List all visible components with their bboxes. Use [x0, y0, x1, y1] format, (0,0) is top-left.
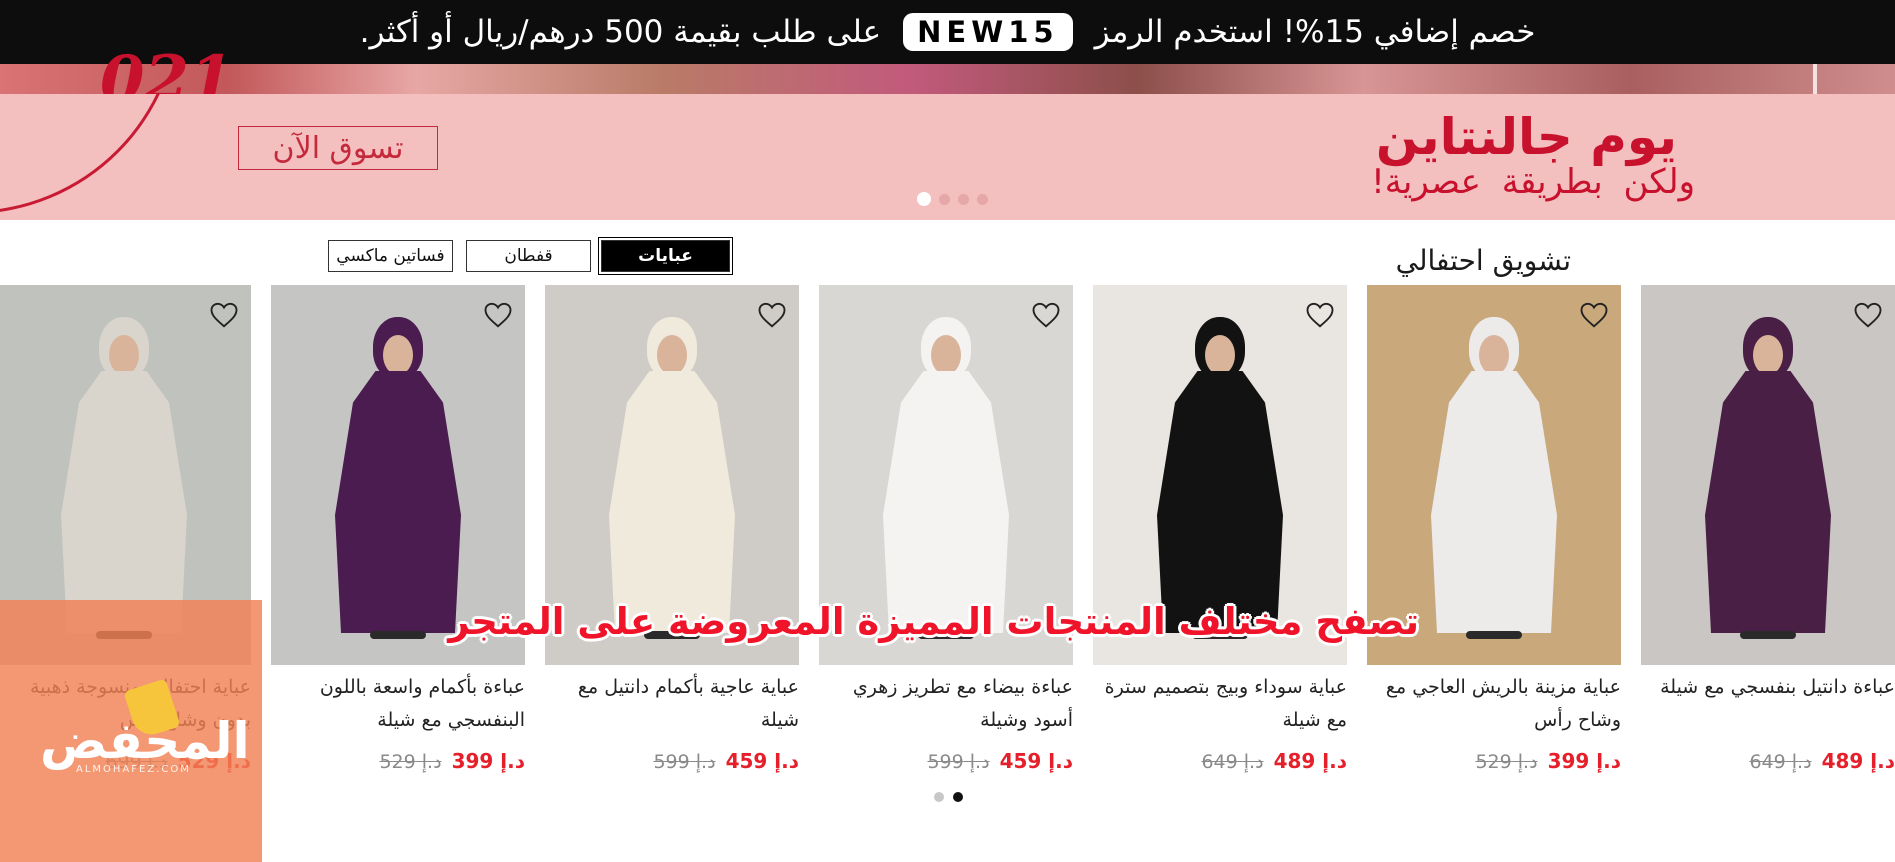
price-current: د.إ 489	[1821, 749, 1895, 773]
banner-dot[interactable]	[917, 192, 931, 206]
promo-code-badge: NEW15	[903, 13, 1073, 51]
product-name[interactable]: عباية عاجية بأكمام دانتيل مع شيلة	[545, 671, 799, 737]
price-row: د.إ 489 د.إ 649	[1641, 749, 1895, 773]
product-name[interactable]: عباية سوداء وبيج بتصميم سترة مع شيلة	[1093, 671, 1347, 737]
product-card[interactable]: عباءة دانتيل بنفسجي مع شيلة د.إ 489 د.إ 64…	[1641, 285, 1895, 773]
product-card[interactable]: عباية مزينة بالريش العاجي مع وشاح رأس د.إ…	[1367, 285, 1621, 773]
price-original: د.إ 649	[1201, 751, 1264, 773]
price-original: د.إ 529	[1475, 751, 1538, 773]
carousel-dots	[934, 792, 963, 802]
price-original: د.إ 649	[1749, 751, 1812, 773]
price-row: د.إ 459 د.إ 599	[545, 749, 799, 773]
product-name[interactable]: عباءة بيضاء مع تطريز زهري أسود وشيلة	[819, 671, 1073, 737]
price-row: د.إ 399 د.إ 529	[1367, 749, 1621, 773]
price-row: د.إ 489 د.إ 649	[1093, 749, 1347, 773]
carousel-dot[interactable]	[953, 792, 963, 802]
watermark-logo-panel: المحفض ALMOHAFEZ.COM	[0, 600, 262, 862]
product-card[interactable]: عباية عاجية بأكمام دانتيل مع شيلة د.إ 459…	[545, 285, 799, 773]
price-original: د.إ 529	[379, 751, 442, 773]
wishlist-heart-icon[interactable]	[1579, 301, 1609, 329]
section-title: تشويق احتفالي	[1395, 244, 1571, 277]
wishlist-heart-icon[interactable]	[1853, 301, 1883, 329]
banner-heart-outline	[0, 94, 180, 214]
tab-maxi-dresses[interactable]: فساتين ماكسي	[328, 240, 453, 272]
valentine-banner[interactable]: تسوق الآن يوم جالنتاين ولكن بطريقة عصرية…	[0, 94, 1895, 220]
promo-text-start: خصم إضافي 15%! استخدم الرمز	[1094, 14, 1536, 50]
price-current: د.إ 459	[725, 749, 799, 773]
hero-image-strip[interactable]	[0, 64, 1895, 94]
price-current: د.إ 399	[1547, 749, 1621, 773]
price-original: د.إ 599	[653, 751, 716, 773]
price-current: د.إ 489	[1273, 749, 1347, 773]
product-image[interactable]	[1641, 285, 1895, 665]
carousel-dot[interactable]	[934, 792, 944, 802]
hero-divider	[1813, 64, 1817, 94]
promo-bar[interactable]: خصم إضافي 15%! استخدم الرمز NEW15 على طل…	[0, 0, 1895, 64]
price-row: د.إ 399 د.إ 529	[271, 749, 525, 773]
promo-text-end: على طلب بقيمة 500 درهم/ريال أو أكثر.	[359, 14, 882, 50]
product-name[interactable]: عباية مزينة بالريش العاجي مع وشاح رأس	[1367, 671, 1621, 737]
product-name[interactable]: عباءة دانتيل بنفسجي مع شيلة	[1641, 671, 1895, 737]
price-original: د.إ 599	[927, 751, 990, 773]
banner-slide-dots	[917, 192, 988, 206]
wishlist-heart-icon[interactable]	[1305, 301, 1335, 329]
store-page: خصم إضافي 15%! استخدم الرمز NEW15 على طل…	[0, 0, 1895, 862]
wishlist-heart-icon[interactable]	[1031, 301, 1061, 329]
banner-dot[interactable]	[977, 193, 988, 205]
promo-caption-overlay: تصفح مختلف المنتجات المميزة المعروضة على…	[448, 600, 1419, 643]
wishlist-heart-icon[interactable]	[209, 301, 239, 329]
logo-subtext: ALMOHAFEZ.COM	[76, 764, 191, 775]
product-card[interactable]: عباية سوداء وبيج بتصميم سترة مع شيلة د.إ …	[1093, 285, 1347, 773]
banner-title: يوم جالنتاين	[1375, 108, 1677, 166]
product-name[interactable]: عباءة بأكمام واسعة باللون البنفسجي مع شي…	[271, 671, 525, 737]
price-current: د.إ 399	[451, 749, 525, 773]
banner-subtitle: ولكن بطريقة عصرية!	[1371, 162, 1695, 202]
price-current: د.إ 459	[999, 749, 1073, 773]
shop-now-button[interactable]: تسوق الآن	[238, 126, 438, 170]
tab-abayas[interactable]: عبايات	[598, 237, 733, 275]
banner-dot[interactable]	[958, 193, 969, 205]
tab-kaftan[interactable]: قفطان	[466, 240, 591, 272]
price-row: د.إ 459 د.إ 599	[819, 749, 1073, 773]
wishlist-heart-icon[interactable]	[483, 301, 513, 329]
logo-wordmark: المحفض	[40, 712, 250, 770]
banner-dot[interactable]	[939, 193, 950, 205]
product-card[interactable]: عباءة بأكمام واسعة باللون البنفسجي مع شي…	[271, 285, 525, 773]
wishlist-heart-icon[interactable]	[757, 301, 787, 329]
product-card[interactable]: عباءة بيضاء مع تطريز زهري أسود وشيلة د.إ …	[819, 285, 1073, 773]
